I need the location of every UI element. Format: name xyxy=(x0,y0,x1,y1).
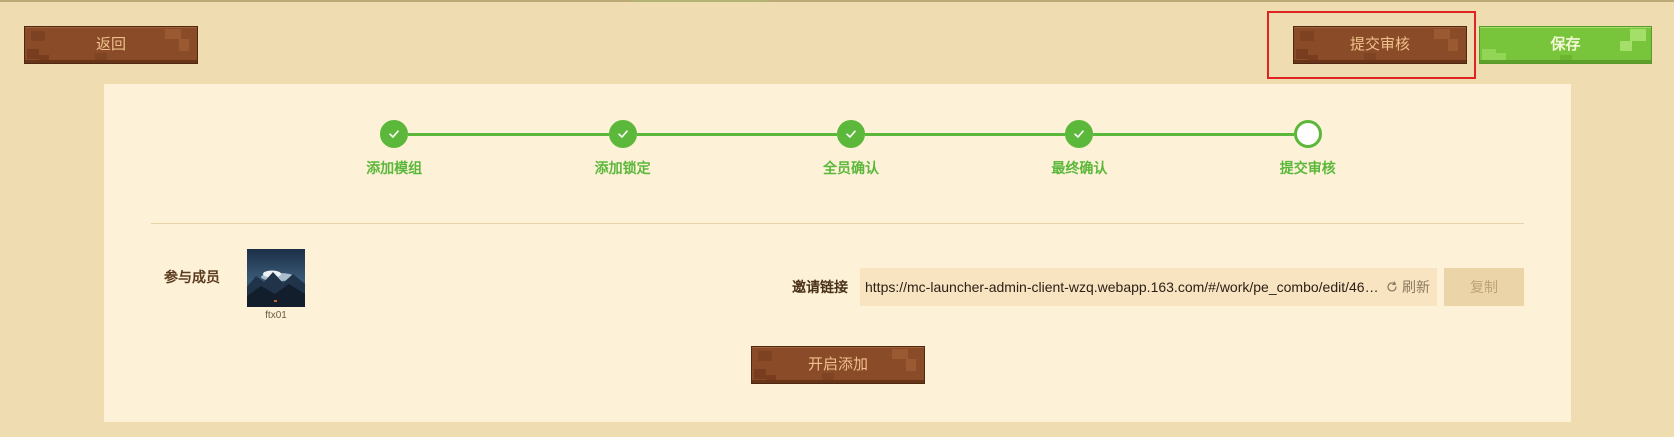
enable-add-button[interactable]: 开启添加 xyxy=(751,346,925,384)
page: 返回 提交审核 保存 添加模组 添加锁定 全员确认 最终确认 提交审核 参与成员… xyxy=(0,0,1674,437)
member-name: ftx01 xyxy=(265,310,287,321)
refresh-label: 刷新 xyxy=(1402,279,1430,295)
step-final-confirm: 最终确认 xyxy=(965,120,1294,178)
step-add-lock: 添加锁定 xyxy=(508,120,837,178)
top-edge xyxy=(0,0,1674,2)
step-submit-review: 提交审核 xyxy=(1194,120,1422,178)
invite-link-field[interactable]: https://mc-launcher-admin-client-wzq.web… xyxy=(860,268,1437,306)
check-icon xyxy=(617,130,628,138)
step-circle xyxy=(608,120,637,148)
step-label: 添加模组 xyxy=(366,160,423,176)
step-circle xyxy=(380,120,409,148)
main-panel: 添加模组 添加锁定 全员确认 最终确认 提交审核 参与成员 ftx01 邀请链接… xyxy=(104,84,1571,422)
refresh-button[interactable]: 刷新 xyxy=(1386,277,1430,297)
member-item: ftx01 xyxy=(247,249,305,322)
progress-steps: 添加模组 添加锁定 全员确认 最终确认 提交审核 xyxy=(280,120,1422,178)
submit-review-button[interactable]: 提交审核 xyxy=(1293,26,1467,64)
invite-link-url[interactable]: https://mc-launcher-admin-client-wzq.web… xyxy=(865,279,1380,295)
invite-link-label: 邀请链接 xyxy=(792,279,848,295)
step-circle xyxy=(1065,120,1094,148)
step-label: 全员确认 xyxy=(822,160,879,176)
back-button[interactable]: 返回 xyxy=(24,26,198,64)
check-icon xyxy=(846,130,856,138)
step-label: 提交审核 xyxy=(1279,160,1336,176)
copy-button[interactable]: 复制 xyxy=(1444,268,1524,306)
members-label: 参与成员 xyxy=(164,269,220,285)
check-icon xyxy=(1074,130,1085,138)
step-circle xyxy=(836,120,865,148)
step-add-mod: 添加模组 xyxy=(280,120,609,178)
avatar xyxy=(247,249,305,307)
refresh-icon xyxy=(1387,281,1397,292)
save-button[interactable]: 保存 xyxy=(1479,26,1652,64)
step-label: 添加锁定 xyxy=(594,160,651,176)
divider xyxy=(151,223,1524,224)
step-label: 最终确认 xyxy=(1051,160,1108,176)
check-icon xyxy=(389,130,399,138)
step-all-confirm: 全员确认 xyxy=(737,120,1066,178)
step-circle xyxy=(1293,120,1322,148)
